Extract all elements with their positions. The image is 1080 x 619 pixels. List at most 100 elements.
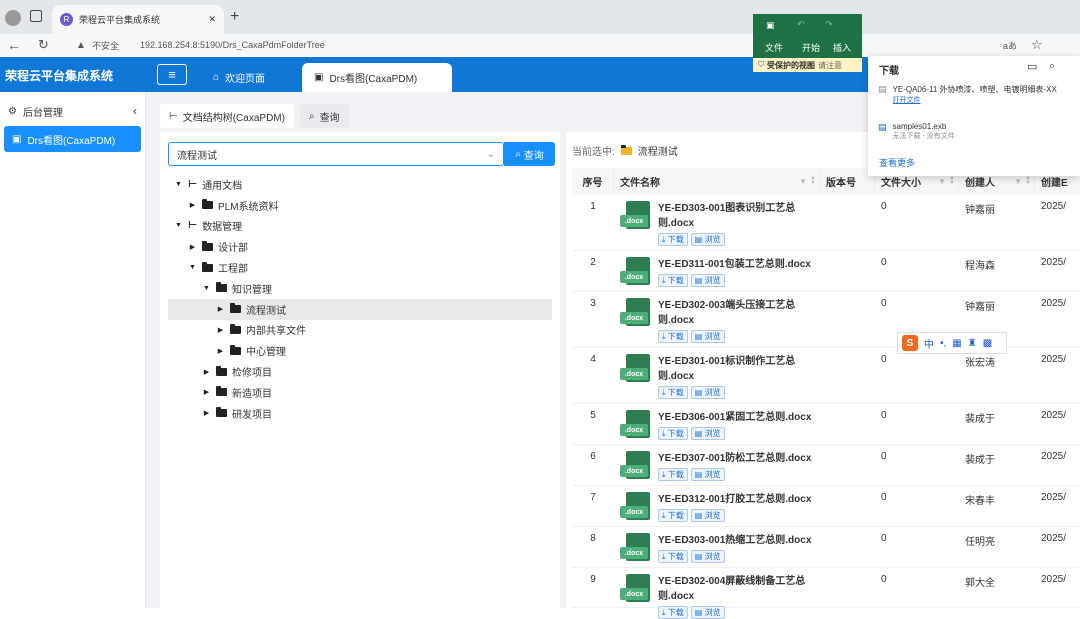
- tree-node[interactable]: ▶ 新造项目: [168, 382, 552, 403]
- filter-icon[interactable]: ▼: [938, 177, 946, 186]
- table-row[interactable]: 7 .docx YE-ED312-001打胶工艺总则.docx ⤓ 下载 ▤ 浏览 0 宋春…: [572, 486, 1080, 527]
- collapse-arrow-icon[interactable]: ▼: [202, 285, 211, 292]
- reload-icon[interactable]: ↻: [38, 37, 49, 53]
- address-url[interactable]: 192.168.254.8:5190/Drs_CaxaPdmFolderTree: [140, 40, 325, 50]
- col-version[interactable]: 版本号: [820, 168, 875, 195]
- toolbox-icon[interactable]: ▩: [983, 338, 992, 349]
- tree-node[interactable]: ▼ 工程部: [168, 257, 552, 278]
- col-filename[interactable]: 文件名称 ▼ ▲ ▼: [614, 168, 820, 195]
- sort-icon[interactable]: ▲ ▼: [810, 175, 816, 186]
- table-row[interactable]: 2 .docx YE-ED311-001包装工艺总则.docx ⤓ 下载 ▤ 浏览 0 程海…: [572, 251, 1080, 292]
- new-tab-icon[interactable]: +: [230, 8, 239, 26]
- tab-drs-viewer[interactable]: ▣ Drs看图(CaxaPDM): [302, 63, 452, 92]
- menu-toggle-button[interactable]: ≡: [157, 64, 187, 85]
- ime-punct[interactable]: •,: [940, 338, 946, 349]
- tree-node[interactable]: ▶ 设计部: [168, 236, 552, 257]
- download-button[interactable]: ⤓ 下载: [658, 550, 688, 563]
- expand-arrow-icon[interactable]: ▶: [202, 388, 211, 396]
- tree-node[interactable]: ▶ PLM系统资料: [168, 195, 552, 216]
- image-icon: ▣: [12, 133, 22, 145]
- preview-button[interactable]: ▤ 浏览: [690, 233, 725, 246]
- folder-search-input[interactable]: 流程测试 ⌄: [168, 142, 504, 166]
- tree-node[interactable]: ▼ ⊢ 数据管理: [168, 216, 552, 237]
- ribbon-insert[interactable]: 插入: [833, 41, 851, 54]
- collapse-arrow-icon[interactable]: ▼: [174, 222, 183, 229]
- preview-button[interactable]: ▤ 浏览: [690, 330, 725, 343]
- undo-icon[interactable]: ↶: [797, 19, 805, 30]
- download-button[interactable]: ⤓ 下载: [658, 274, 688, 287]
- back-icon[interactable]: ←: [7, 37, 21, 53]
- sidebar-item-admin[interactable]: ⚙ 后台管理 ‹: [0, 98, 145, 124]
- skin-icon[interactable]: ♜: [968, 338, 977, 349]
- download-button[interactable]: ⤓ 下载: [658, 330, 688, 343]
- favorite-star-icon[interactable]: ☆: [1031, 37, 1043, 53]
- read-aloud-icon[interactable]: aあ: [1003, 39, 1017, 52]
- preview-button[interactable]: ▤ 浏览: [690, 386, 725, 399]
- preview-button[interactable]: ▤ 浏览: [690, 274, 725, 287]
- table-row[interactable]: 8 .docx YE-ED303-001热缩工艺总则.docx ⤓ 下载 ▤ 浏览 0 任明…: [572, 527, 1080, 568]
- table-row[interactable]: 6 .docx YE-ED307-001防松工艺总则.docx ⤓ 下载 ▤ 浏览 0 裴成…: [572, 445, 1080, 486]
- table-row[interactable]: 5 .docx YE-ED306-001紧固工艺总则.docx ⤓ 下载 ▤ 浏览 0 裴成…: [572, 404, 1080, 445]
- save-icon[interactable]: ▣: [766, 20, 775, 31]
- open-folder-icon[interactable]: ▭: [1027, 60, 1037, 73]
- filter-icon[interactable]: ▼: [1014, 177, 1022, 186]
- download-button[interactable]: ⤓ 下载: [658, 233, 688, 246]
- tree-node[interactable]: ▶ 内部共享文件: [168, 320, 552, 341]
- search-button[interactable]: ⌕ 查询: [504, 142, 555, 166]
- row-filename-cell: .docx YE-ED303-001热缩工艺总则.docx ⤓ 下载 ▤ 浏览: [614, 527, 820, 567]
- expand-arrow-icon[interactable]: ▶: [216, 305, 225, 313]
- preview-button[interactable]: ▤ 浏览: [690, 550, 725, 563]
- expand-arrow-icon[interactable]: ▶: [202, 409, 211, 417]
- ribbon-start[interactable]: 开始: [802, 41, 820, 54]
- download-action[interactable]: 打开文件: [893, 95, 1057, 105]
- expand-arrow-icon[interactable]: ▶: [216, 347, 225, 355]
- download-button[interactable]: ⤓ 下载: [658, 468, 688, 481]
- download-button[interactable]: ⤓ 下载: [658, 509, 688, 522]
- expand-arrow-icon[interactable]: ▶: [202, 368, 211, 376]
- ribbon-file[interactable]: 文件: [765, 41, 783, 54]
- profile-icon[interactable]: [5, 10, 21, 26]
- collapse-chevron-icon[interactable]: ‹: [133, 104, 137, 118]
- table-row[interactable]: 4 .docx YE-ED301-001标识制作工艺总则.docx ⤓ 下载 ▤ 浏览 0…: [572, 348, 1080, 404]
- tree-node[interactable]: ▶ 检修项目: [168, 361, 552, 382]
- tree-node[interactable]: ▼ 知识管理: [168, 278, 552, 299]
- tree-node[interactable]: ▶ 中心管理: [168, 340, 552, 361]
- collapse-arrow-icon[interactable]: ▼: [174, 181, 183, 188]
- table-row[interactable]: 1 .docx YE-ED303-001图表识别工艺总则.docx ⤓ 下载 ▤ 浏览 0…: [572, 195, 1080, 251]
- download-button[interactable]: ⤓ 下载: [658, 386, 688, 399]
- tab-query[interactable]: ⌕ 查询: [299, 104, 349, 128]
- download-item[interactable]: ▤ YE-QA06-11 外协喷漆、喷塑、电镀明细表-XX 打开文件: [878, 84, 1078, 105]
- address-warning[interactable]: 不安全: [92, 39, 119, 52]
- preview-button[interactable]: ▤ 浏览: [690, 509, 725, 522]
- close-tab-icon[interactable]: ✕: [208, 14, 216, 25]
- docx-badge: .docx: [620, 424, 648, 436]
- preview-button[interactable]: ▤ 浏览: [690, 427, 725, 440]
- filter-icon[interactable]: ▼: [799, 177, 807, 186]
- expand-arrow-icon[interactable]: ▶: [188, 243, 197, 251]
- tree-node[interactable]: ▼ ⊢ 通用文档: [168, 174, 552, 195]
- expand-arrow-icon[interactable]: ▶: [188, 201, 197, 209]
- tab-welcome[interactable]: ⌂ 欢迎页面: [201, 63, 277, 92]
- expand-arrow-icon[interactable]: ▶: [216, 326, 225, 334]
- tree-node[interactable]: ▶ 流程测试: [168, 298, 552, 320]
- collapse-arrow-icon[interactable]: ▼: [188, 264, 197, 271]
- sort-icon[interactable]: ▲ ▼: [1025, 175, 1031, 186]
- download-button[interactable]: ⤓ 下载: [658, 427, 688, 440]
- tab-doc-tree[interactable]: ⊢ 文档结构树(CaxaPDM): [160, 104, 294, 128]
- sidebar-item-drs[interactable]: ▣ Drs看图(CaxaPDM): [4, 126, 141, 152]
- preview-button[interactable]: ▤ 浏览: [690, 468, 725, 481]
- tree-node-label: 工程部: [218, 264, 248, 276]
- table-row[interactable]: 9 .docx YE-ED302-004屏蔽线制备工艺总则.docx ⤓ 下载 ▤ 浏览…: [572, 568, 1080, 619]
- sort-icon[interactable]: ▲ ▼: [949, 175, 955, 186]
- keyboard-icon[interactable]: ▦: [952, 338, 961, 349]
- redo-icon[interactable]: ↷: [825, 19, 833, 30]
- download-item[interactable]: ▤ samples01.exb 无法下载 - 没有文件: [878, 122, 1078, 141]
- tab-actions-icon[interactable]: [30, 10, 42, 22]
- tree-node[interactable]: ▶ 研发项目: [168, 403, 552, 424]
- chevron-down-icon[interactable]: ⌄: [487, 149, 495, 160]
- sogou-logo-icon[interactable]: S: [902, 335, 918, 351]
- see-more-link[interactable]: 查看更多: [879, 156, 915, 169]
- browser-tab[interactable]: R 荣程云平台集成系统 ✕: [52, 5, 224, 34]
- search-icon[interactable]: ⌕: [1049, 60, 1055, 73]
- ime-mode[interactable]: 中: [924, 336, 934, 351]
